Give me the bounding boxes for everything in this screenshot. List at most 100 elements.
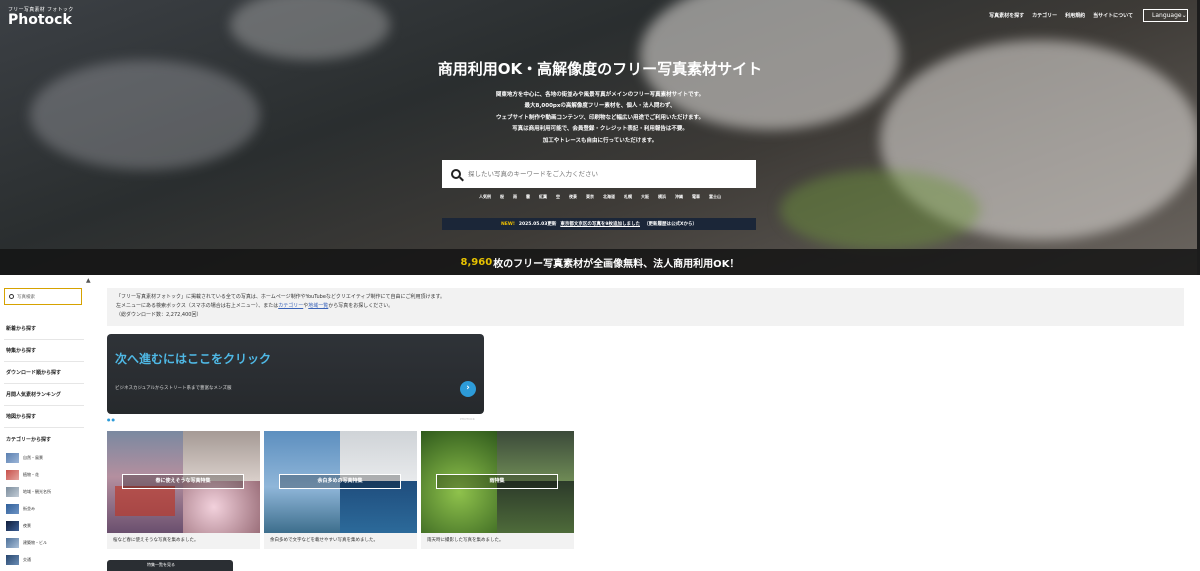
feature-list-tab[interactable]: 特集一覧を見る xyxy=(107,560,233,571)
hero-section: フリー写真素材 フォトック Photock 写真素材を探す カテゴリー 利用規約… xyxy=(0,0,1200,275)
info-text: から写真をお探しください。 xyxy=(328,303,394,309)
info-line: 左メニューにある検索ボックス（スマホの場合は右上メニュー）、またはカテゴリーや地… xyxy=(116,302,1175,311)
tag-link[interactable]: 大阪 xyxy=(641,194,649,200)
info-text: 左メニューにある検索ボックス（スマホの場合は右上メニュー）、または xyxy=(116,303,279,309)
tag-link[interactable]: 桜 xyxy=(500,194,504,200)
category-label: 街並み xyxy=(23,506,35,511)
category-item-townscape[interactable]: 街並み xyxy=(6,504,35,514)
info-link-categories[interactable]: カテゴリー xyxy=(278,303,303,309)
tag-link[interactable]: 沖縄 xyxy=(675,194,683,200)
sidebar-search-placeholder: 写真検索 xyxy=(17,294,35,300)
category-thumbnail xyxy=(6,555,19,565)
sidebar-item-new[interactable]: 新着から探す xyxy=(6,325,36,332)
nav-link-about[interactable]: 当サイトについて xyxy=(1093,12,1133,19)
card-label: 雨特集 xyxy=(436,474,558,489)
category-thumbnail xyxy=(6,521,19,531)
news-tail[interactable]: （更新履歴は公式Xから） xyxy=(644,221,697,227)
chevron-right-icon[interactable]: › xyxy=(460,381,476,397)
sidebar-item-monthly-ranking[interactable]: 月間人気素材ランキング xyxy=(6,391,61,398)
card-description: 桜など春に使えそうな写真を集めました。 xyxy=(113,538,199,543)
card-description: 余白多めで文字などを載せやすい写真を集めました。 xyxy=(270,538,378,543)
card-label: 余白多めの写真特集 xyxy=(279,474,401,489)
tag-link[interactable]: 横浜 xyxy=(658,194,666,200)
sidebar-item-features[interactable]: 特集から探す xyxy=(6,347,36,354)
hero-search-box[interactable] xyxy=(442,160,756,188)
popular-tags-label: 人気例 xyxy=(479,194,491,199)
nav-link-categories[interactable]: カテゴリー xyxy=(1032,12,1057,19)
feature-subtitle: ビジネスカジュアルからストリート系まで豊富なメンズ服 xyxy=(115,386,232,391)
tag-link[interactable]: 紅葉 xyxy=(539,194,547,200)
category-item-nightview[interactable]: 夜景 xyxy=(6,521,31,531)
category-item-plants[interactable]: 植物・花 xyxy=(6,470,39,480)
tag-link[interactable]: 空 xyxy=(556,194,560,200)
banner-text: 枚のフリー写真素材が全画像無料、法人商用利用OK！ xyxy=(493,258,740,270)
search-icon xyxy=(9,294,14,299)
hero-desc-line: 加工やトレースも自由に行っていただけます。 xyxy=(542,137,658,144)
news-bar: NEW! 2025.05.03更新 東京都文京区の写真を9枚追加しました （更新… xyxy=(442,218,756,230)
divider xyxy=(4,383,84,384)
tag-link[interactable]: 雨 xyxy=(513,194,517,200)
popular-tags: 人気例 桜 雨 雲 紅葉 空 夜景 東京 北海道 札幌 大阪 横浜 沖縄 電車 … xyxy=(0,194,1200,200)
scroll-up-icon[interactable]: ▲ xyxy=(86,277,91,284)
hero-desc-line: 最大8,000pxの高解像度フリー素材を、個人・法人問わず、 xyxy=(524,103,676,110)
category-label: 自然・風景 xyxy=(23,455,43,460)
divider xyxy=(4,361,84,362)
download-count: （総ダウンロード数：2,272,400回） xyxy=(116,312,202,318)
nav-link-search-photos[interactable]: 写真素材を探す xyxy=(989,12,1024,19)
category-item-transport[interactable]: 交通 xyxy=(6,555,31,565)
sidebar-item-categories[interactable]: カテゴリーから探す xyxy=(6,436,51,443)
news-link[interactable]: 東京都文京区の写真を9枚追加しました xyxy=(560,221,640,227)
category-thumbnail xyxy=(6,487,19,497)
feature-card-spring[interactable]: 春に使えそうな写真特集 桜など春に使えそうな写真を集めました。 xyxy=(107,431,260,549)
card-description: 雨天時に撮影した写真を集めました。 xyxy=(427,538,504,543)
tag-link[interactable]: 北海道 xyxy=(603,194,615,200)
category-thumbnail xyxy=(6,538,19,548)
category-item-buildings[interactable]: 建築物・ビル xyxy=(6,538,47,548)
tag-link[interactable]: 夜景 xyxy=(569,194,577,200)
info-link-regions[interactable]: 地域一覧 xyxy=(308,303,328,309)
info-box: 「フリー写真素材フォトック」に掲載されている全ての写真は、ホームページ制作やYo… xyxy=(107,288,1184,326)
grass-background xyxy=(780,170,980,250)
hero-search-input[interactable] xyxy=(468,170,738,178)
photo-count-banner: 8,960 枚のフリー写真素材が全画像無料、法人商用利用OK！ xyxy=(0,249,1200,275)
category-label: 夜景 xyxy=(23,523,31,528)
sidebar-item-download-order[interactable]: ダウンロード順から探す xyxy=(6,369,61,376)
search-icon[interactable] xyxy=(451,169,461,179)
category-label: 交通 xyxy=(23,557,31,562)
language-select[interactable]: Language ⌄ xyxy=(1143,9,1188,22)
top-navigation: 写真素材を探す カテゴリー 利用規約 当サイトについて Language ⌄ xyxy=(989,9,1188,22)
site-logo[interactable]: フリー写真素材 フォトック Photock xyxy=(8,6,74,28)
hero-title: 商用利用OK・高解像度のフリー写真素材サイト xyxy=(437,60,763,78)
hero-description: 関東地方を中心に、各地の街並みや風景写真がメインのフリー写真素材サイトです。 最… xyxy=(0,90,1200,147)
tag-link[interactable]: 札幌 xyxy=(624,194,632,200)
tag-link[interactable]: 富士山 xyxy=(709,194,721,200)
sidebar-search-box[interactable]: 写真検索 xyxy=(4,288,82,305)
category-label: 建築物・ビル xyxy=(23,540,47,545)
news-new-badge: NEW! xyxy=(501,221,515,227)
category-item-regions[interactable]: 地域・観光名所 xyxy=(6,487,51,497)
hero-desc-line: ウェブサイト制作や動画コンテンツ、印刷物など幅広い用途でご利用いただけます。 xyxy=(495,114,704,121)
category-label: 植物・花 xyxy=(23,472,39,477)
feature-card-whitespace[interactable]: 余白多めの写真特集 余白多めで文字などを載せやすい写真を集めました。 xyxy=(264,431,417,549)
tag-link[interactable]: 東京 xyxy=(586,194,594,200)
tag-link[interactable]: 電車 xyxy=(692,194,700,200)
category-thumbnail xyxy=(6,453,19,463)
category-thumbnail xyxy=(6,504,19,514)
carousel-credit: PHOTOCK xyxy=(460,417,475,421)
category-thumbnail xyxy=(6,470,19,480)
hero-desc-line: 関東地方を中心に、各地の街並みや風景写真がメインのフリー写真素材サイトです。 xyxy=(495,92,705,98)
tag-link[interactable]: 雲 xyxy=(526,194,530,200)
language-label: Language xyxy=(1152,12,1182,19)
news-date: 2025.05.03更新 xyxy=(518,222,557,227)
divider xyxy=(4,339,84,340)
feature-carousel-slide[interactable]: 次へ進むにはここをクリック ビジネスカジュアルからストリート系まで豊富なメンズ服… xyxy=(107,334,484,414)
feature-card-rain[interactable]: 雨特集 雨天時に撮影した写真を集めました。 xyxy=(421,431,574,549)
category-item-nature[interactable]: 自然・風景 xyxy=(6,453,43,463)
divider xyxy=(4,427,84,428)
cherry-blossom-background xyxy=(230,0,390,60)
photo-count: 8,960 xyxy=(460,256,493,268)
nav-link-terms[interactable]: 利用規約 xyxy=(1065,12,1085,19)
sidebar-item-map[interactable]: 地図から探す xyxy=(6,413,36,420)
card-label: 春に使えそうな写真特集 xyxy=(122,474,244,489)
carousel-dots[interactable]: ●● xyxy=(107,417,116,422)
